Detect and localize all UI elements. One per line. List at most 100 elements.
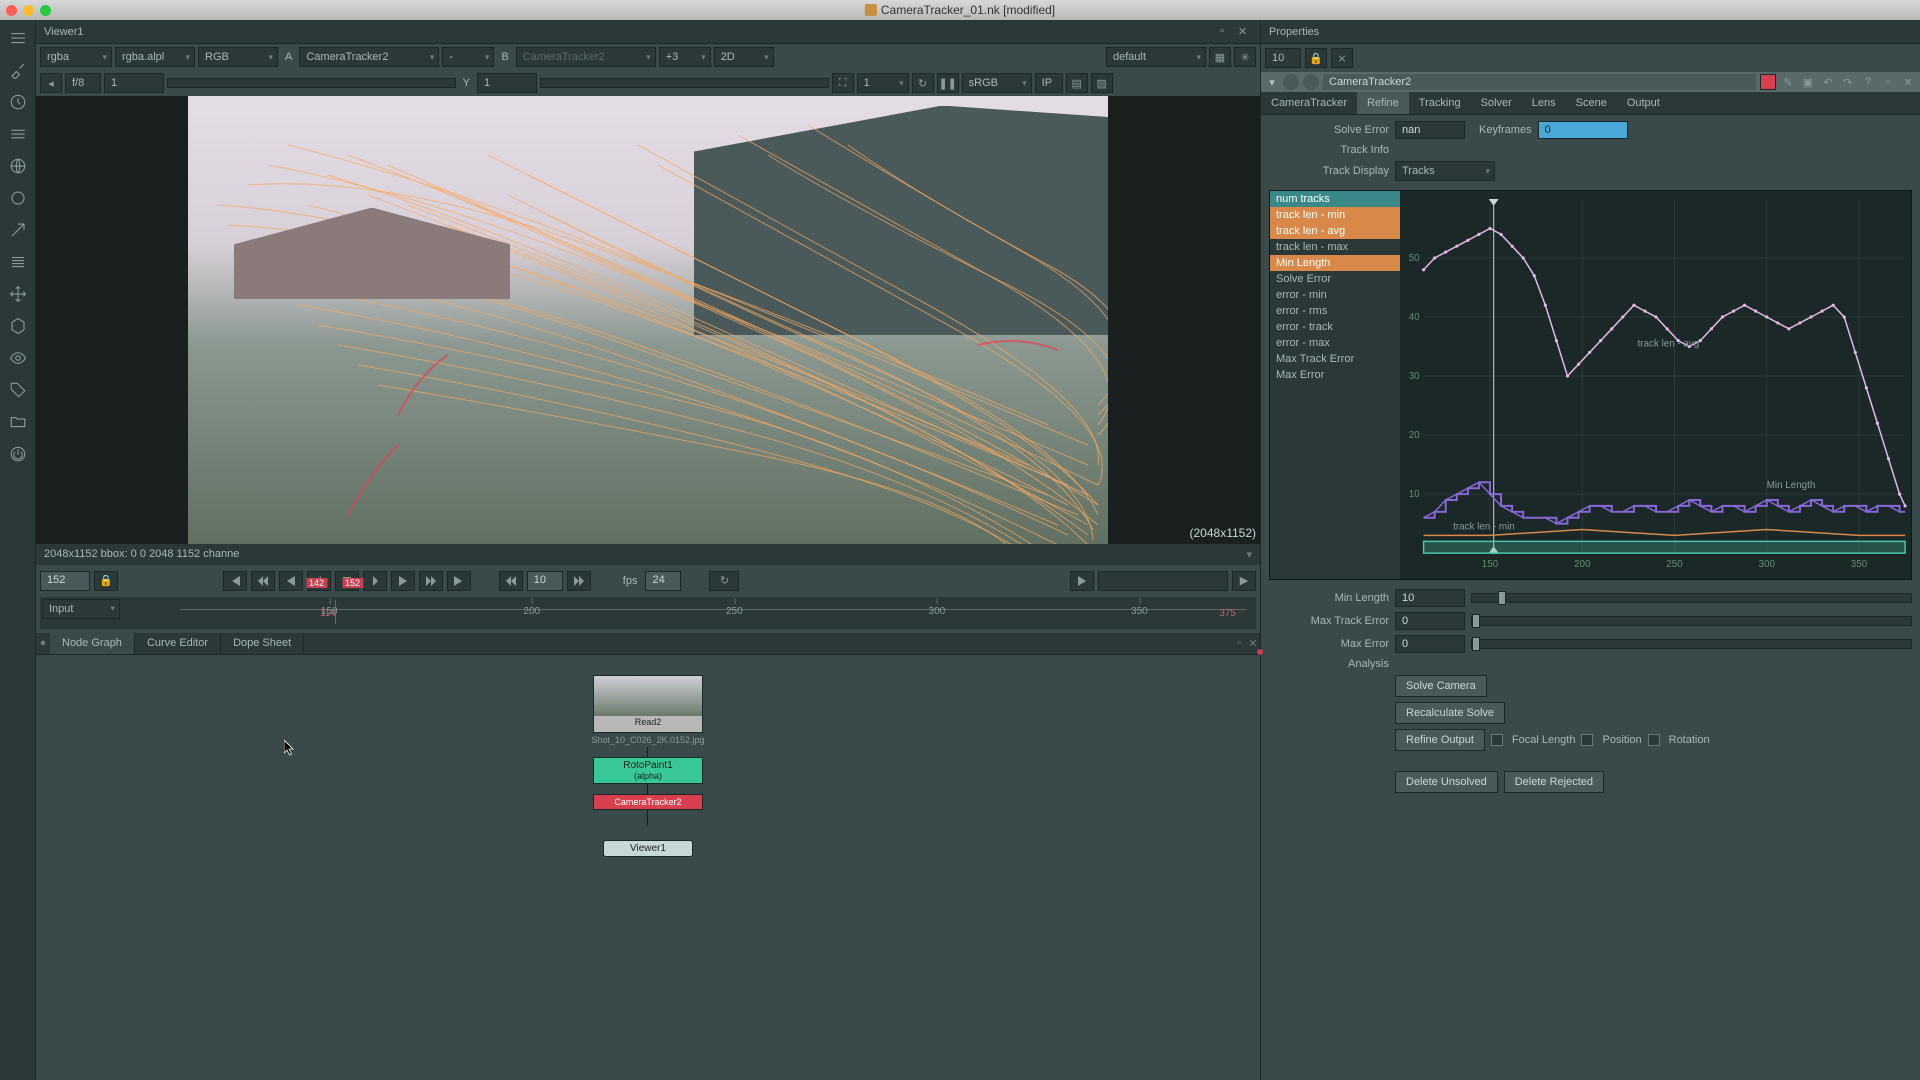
- track-list-item[interactable]: error - max: [1270, 335, 1400, 351]
- max-error-slider[interactable]: [1471, 639, 1912, 649]
- node-indicator-icon[interactable]: [1283, 74, 1299, 90]
- play-back-button[interactable]: [279, 571, 303, 591]
- node-viewer[interactable]: Viewer1: [603, 840, 693, 857]
- node-read[interactable]: Read2: [593, 675, 703, 733]
- last-frame-button[interactable]: [447, 571, 471, 591]
- fps-field[interactable]: 24: [645, 571, 681, 591]
- max-track-error-slider[interactable]: [1471, 616, 1912, 626]
- lock-icon[interactable]: 🔒: [94, 571, 118, 591]
- tab-scene[interactable]: Scene: [1566, 92, 1617, 114]
- tab-curve-editor[interactable]: Curve Editor: [135, 633, 221, 654]
- stripes-icon[interactable]: ▨: [1091, 73, 1113, 93]
- center-icon[interactable]: ▣: [1800, 74, 1816, 90]
- lut-dropdown[interactable]: sRGB: [962, 73, 1032, 93]
- track-list-item[interactable]: Max Error: [1270, 367, 1400, 383]
- clear-props-icon[interactable]: ⨯: [1331, 48, 1353, 68]
- tab-node-graph[interactable]: Node Graph: [50, 633, 135, 654]
- brush-icon[interactable]: [6, 58, 30, 82]
- colorspace-dropdown[interactable]: RGB: [198, 47, 278, 67]
- first-frame-button[interactable]: [223, 571, 247, 591]
- prev-icon[interactable]: ◂: [40, 73, 62, 93]
- tag-icon[interactable]: [6, 378, 30, 402]
- collapse-icon[interactable]: ▾: [1265, 76, 1279, 89]
- close-props-icon[interactable]: ✕: [1900, 74, 1916, 90]
- lock-all-icon[interactable]: 🔒: [1305, 48, 1327, 68]
- timeline-input-dropdown[interactable]: Input: [42, 599, 120, 619]
- play-output-button[interactable]: [1070, 571, 1094, 591]
- channel-dropdown[interactable]: rgba: [40, 47, 112, 67]
- zoom-fit-icon[interactable]: ⛶: [832, 73, 854, 93]
- help-icon[interactable]: ?: [1860, 74, 1876, 90]
- tab-lens[interactable]: Lens: [1522, 92, 1566, 114]
- close-window-button[interactable]: [6, 5, 17, 16]
- menu-icon[interactable]: [6, 26, 30, 50]
- track-graph[interactable]: 1020304050150200250300350track len - avg…: [1400, 191, 1911, 579]
- redo-icon[interactable]: ↷: [1840, 74, 1856, 90]
- gain-slider[interactable]: [167, 78, 456, 88]
- info-expand-icon[interactable]: ▾: [1246, 548, 1252, 561]
- prev-key-button[interactable]: [251, 571, 275, 591]
- f-value-field[interactable]: 1: [104, 73, 164, 93]
- min-length-field[interactable]: 10: [1395, 589, 1465, 607]
- arrow-icon[interactable]: [6, 218, 30, 242]
- stack-icon[interactable]: [6, 250, 30, 274]
- view-mode-dropdown[interactable]: 2D: [714, 47, 774, 67]
- play-fwd-button[interactable]: [391, 571, 415, 591]
- track-list-item[interactable]: track len - max: [1270, 239, 1400, 255]
- focal-length-checkbox[interactable]: [1491, 734, 1503, 746]
- track-list-item[interactable]: Min Length: [1270, 255, 1400, 271]
- grid-icon[interactable]: ▦: [1209, 47, 1231, 67]
- undo-icon[interactable]: ↶: [1820, 74, 1836, 90]
- move-icon[interactable]: [6, 282, 30, 306]
- tab-refine[interactable]: Refine: [1357, 92, 1409, 114]
- layers-icon[interactable]: [6, 122, 30, 146]
- skip-back-button[interactable]: [499, 571, 523, 591]
- playhead[interactable]: 142 152: [335, 600, 336, 624]
- refine-output-button[interactable]: Refine Output: [1395, 729, 1485, 751]
- track-list-item[interactable]: Solve Error: [1270, 271, 1400, 287]
- track-list-item[interactable]: error - min: [1270, 287, 1400, 303]
- next-key-button[interactable]: [419, 571, 443, 591]
- node-enable-icon[interactable]: [1303, 74, 1319, 90]
- tab-tracking[interactable]: Tracking: [1409, 92, 1471, 114]
- maximize-window-button[interactable]: [40, 5, 51, 16]
- y-value-field[interactable]: 1: [477, 73, 537, 93]
- gamma-slider[interactable]: [540, 78, 829, 88]
- skip-fwd-button[interactable]: [567, 571, 591, 591]
- props-count-field[interactable]: 10: [1265, 48, 1301, 68]
- step-fwd-button[interactable]: [363, 571, 387, 591]
- out-icon[interactable]: ▶: [1232, 571, 1256, 591]
- track-list-item[interactable]: track len - min: [1270, 207, 1400, 223]
- rotation-checkbox[interactable]: [1648, 734, 1660, 746]
- tab-output[interactable]: Output: [1617, 92, 1670, 114]
- circle-icon[interactable]: [6, 186, 30, 210]
- clock-icon[interactable]: [6, 90, 30, 114]
- tab-cameratracker[interactable]: CameraTracker: [1261, 92, 1357, 114]
- solve-camera-button[interactable]: Solve Camera: [1395, 675, 1487, 697]
- tab-bullet-icon[interactable]: ●: [36, 633, 50, 654]
- position-checkbox[interactable]: [1581, 734, 1593, 746]
- delete-rejected-button[interactable]: Delete Rejected: [1504, 771, 1604, 793]
- delete-unsolved-button[interactable]: Delete Unsolved: [1395, 771, 1498, 793]
- recalculate-solve-button[interactable]: Recalculate Solve: [1395, 702, 1505, 724]
- folder-icon[interactable]: [6, 410, 30, 434]
- node-color-swatch[interactable]: [1760, 74, 1776, 90]
- track-display-dropdown[interactable]: Tracks: [1395, 161, 1495, 181]
- hexagon-icon[interactable]: [6, 314, 30, 338]
- minimize-window-button[interactable]: [23, 5, 34, 16]
- max-error-field[interactable]: 0: [1395, 635, 1465, 653]
- timeline-ruler[interactable]: Input 114 375 150 200 250 300 350 142 15…: [40, 597, 1256, 629]
- pause-icon[interactable]: ❚❚: [937, 73, 959, 93]
- node-rotopaint[interactable]: RotoPaint1 (alpha): [593, 757, 703, 784]
- eye-icon[interactable]: [6, 346, 30, 370]
- globe-icon[interactable]: [6, 154, 30, 178]
- loop-button[interactable]: ↻: [709, 571, 739, 591]
- alpha-dropdown[interactable]: rgba.alpl: [115, 47, 195, 67]
- power-icon[interactable]: [6, 442, 30, 466]
- max-track-error-field[interactable]: 0: [1395, 612, 1465, 630]
- proxy-dropdown[interactable]: 1: [857, 73, 909, 93]
- track-list-item[interactable]: error - rms: [1270, 303, 1400, 319]
- preset-dropdown[interactable]: default: [1106, 47, 1206, 67]
- panel-float-icon[interactable]: ▫: [1232, 633, 1246, 654]
- node-cameratracker[interactable]: CameraTracker2: [593, 794, 703, 810]
